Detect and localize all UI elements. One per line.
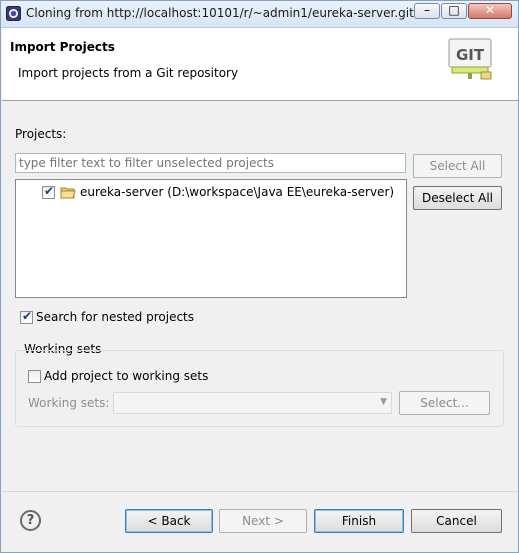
search-nested-label: Search for nested projects bbox=[36, 310, 195, 324]
page-title: Import Projects bbox=[10, 40, 115, 54]
deselect-all-button[interactable]: Deselect All bbox=[413, 186, 502, 210]
add-to-working-sets-label: Add project to working sets bbox=[44, 369, 209, 383]
chevron-down-icon: ▼ bbox=[380, 397, 387, 407]
folder-icon bbox=[60, 187, 76, 199]
wizard-header: Import Projects Import projects from a G… bbox=[2, 28, 518, 101]
close-button[interactable]: ✕ bbox=[468, 3, 512, 19]
project-label: eureka-server (D:\workspace\Java EE\eure… bbox=[80, 185, 395, 199]
select-all-button[interactable]: Select All bbox=[413, 154, 502, 178]
finish-button[interactable]: Finish bbox=[314, 509, 404, 533]
footer-divider bbox=[2, 491, 518, 492]
svg-text:GIT: GIT bbox=[456, 46, 485, 64]
git-logo-icon: GIT bbox=[448, 38, 492, 80]
next-button[interactable]: Next > bbox=[219, 509, 307, 533]
project-filter-input[interactable] bbox=[15, 153, 406, 173]
project-list[interactable]: ✔ eureka-server (D:\workspace\Java EE\eu… bbox=[15, 179, 407, 298]
import-projects-dialog: Cloning from http://localhost:10101/r/~a… bbox=[0, 0, 519, 553]
select-working-sets-button[interactable]: Select... bbox=[399, 391, 490, 415]
search-nested-checkbox[interactable]: ✔ bbox=[20, 309, 33, 324]
working-sets-combo[interactable]: ▼ bbox=[113, 392, 392, 414]
working-sets-group bbox=[15, 350, 504, 427]
minimize-button[interactable]: – bbox=[414, 3, 440, 19]
project-checkbox[interactable]: ✔ bbox=[42, 184, 55, 199]
maximize-button[interactable]: □ bbox=[441, 3, 467, 19]
eclipse-icon bbox=[6, 6, 21, 21]
help-icon[interactable]: ? bbox=[20, 510, 41, 531]
page-description: Import projects from a Git repository bbox=[18, 66, 239, 80]
title-bar: Cloning from http://localhost:10101/r/~a… bbox=[1, 1, 518, 28]
add-to-working-sets-checkbox[interactable] bbox=[28, 370, 41, 383]
working-sets-label: Working sets: bbox=[28, 396, 110, 410]
window-title: Cloning from http://localhost:10101/r/~a… bbox=[26, 6, 414, 20]
back-button[interactable]: < Back bbox=[125, 509, 213, 533]
list-item[interactable]: ✔ eureka-server (D:\workspace\Java EE\eu… bbox=[42, 184, 395, 201]
cancel-button[interactable]: Cancel bbox=[411, 509, 502, 533]
projects-label: Projects: bbox=[15, 127, 67, 141]
